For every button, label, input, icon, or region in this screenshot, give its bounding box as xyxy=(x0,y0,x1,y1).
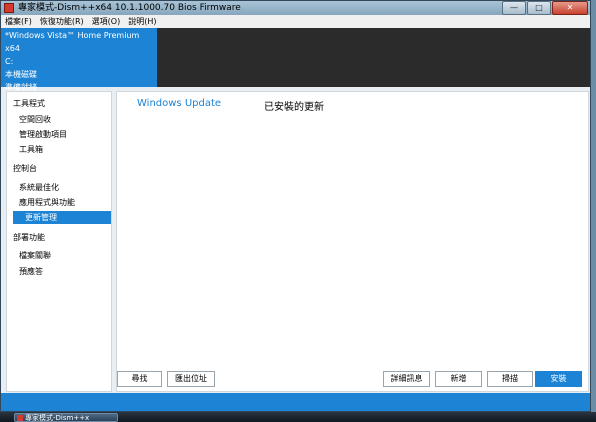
taskbar-app-label: 專家模式-Dism++x xyxy=(25,414,90,422)
find-button[interactable]: 尋找 xyxy=(117,371,162,387)
tab-installed-updates[interactable]: 已安裝的更新 xyxy=(264,98,324,113)
export-button[interactable]: 匯出位址 xyxy=(167,371,215,387)
sidebar-item-optimize[interactable]: 系統最佳化 xyxy=(13,181,106,194)
app-icon xyxy=(4,3,14,13)
add-button[interactable]: 新增 xyxy=(435,371,482,387)
scan-button[interactable]: 掃描 xyxy=(487,371,533,387)
tab-windows-update[interactable]: Windows Update xyxy=(137,98,221,109)
install-button[interactable]: 安裝 xyxy=(535,371,582,387)
minimize-button[interactable]: — xyxy=(502,1,526,15)
window-controls: — □ ✕ xyxy=(502,1,588,15)
sidebar-item-toolbox[interactable]: 工具箱 xyxy=(13,143,106,156)
sidebar-group-tools: 工具程式 xyxy=(13,99,45,108)
session-info-panel[interactable]: *Windows Vista™ Home Premium x64 C: 本機磁碟… xyxy=(1,28,157,92)
sidebar-item-answer[interactable]: 預應答 xyxy=(13,265,106,278)
menu-file[interactable]: 檔案(F) xyxy=(1,15,36,28)
window-title: 專家模式-Dism++x64 10.1.1000.70 Bios Firmwar… xyxy=(18,3,241,13)
close-button[interactable]: ✕ xyxy=(552,1,588,15)
sidebar-item-startup[interactable]: 管理啟動項目 xyxy=(13,128,106,141)
title-bar[interactable]: 專家模式-Dism++x64 10.1.1000.70 Bios Firmwar… xyxy=(1,1,590,15)
disk-type: 本機磁碟 xyxy=(5,70,37,79)
os-name: *Windows Vista™ Home Premium x64 xyxy=(5,31,140,53)
taskbar: 專家模式-Dism++x xyxy=(0,412,596,422)
app-icon xyxy=(17,415,23,421)
maximize-button[interactable]: □ xyxy=(527,1,551,15)
session-list-panel xyxy=(157,28,590,87)
sidebar-item-updates[interactable]: 更新管理 xyxy=(13,211,111,224)
drive-letter: C: xyxy=(5,57,14,66)
menu-restore[interactable]: 恢復功能(R) xyxy=(36,15,88,28)
app-window: 專家模式-Dism++x64 10.1.1000.70 Bios Firmwar… xyxy=(0,0,591,412)
taskbar-app-button[interactable]: 專家模式-Dism++x xyxy=(14,413,118,422)
status-bar xyxy=(1,393,590,411)
menu-bar: 檔案(F) 恢復功能(R) 選項(O) 說明(H) xyxy=(1,15,590,29)
updates-panel: Windows Update 已安裝的更新 尋找 匯出位址 詳細訊息 新增 掃描… xyxy=(116,91,589,392)
menu-options[interactable]: 選項(O) xyxy=(88,15,125,28)
details-button[interactable]: 詳細訊息 xyxy=(383,371,430,387)
sidebar: 工具程式 空間回收 管理啟動項目 工具箱 控制台 系統最佳化 應用程式與功能 更… xyxy=(6,91,112,392)
sidebar-group-control-panel: 控制台 xyxy=(13,164,37,173)
sidebar-item-file-assoc[interactable]: 檔案關聯 xyxy=(13,249,106,262)
sidebar-group-deploy: 部署功能 xyxy=(13,233,45,242)
sidebar-item-apps[interactable]: 應用程式與功能 xyxy=(13,196,106,209)
sidebar-item-space-cleanup[interactable]: 空間回收 xyxy=(13,113,106,126)
menu-help[interactable]: 說明(H) xyxy=(124,15,160,28)
